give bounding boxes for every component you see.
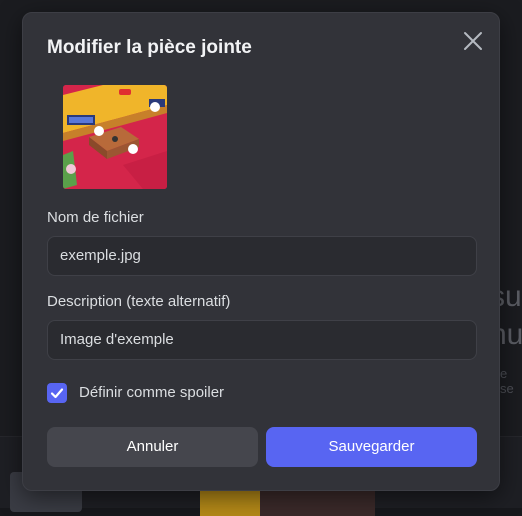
filename-label: Nom de fichier	[47, 209, 144, 226]
background-text-line-3: e se	[500, 366, 514, 396]
cancel-button[interactable]: Annuler	[47, 427, 258, 467]
modal-title: Modifier la pièce jointe	[47, 37, 252, 58]
description-label: Description (texte alternatif)	[47, 293, 231, 310]
attachment-thumbnail	[63, 85, 167, 189]
save-button[interactable]: Sauvegarder	[266, 427, 477, 467]
edit-attachment-modal: Modifier la pièce jointe Nom de fichier …	[22, 12, 500, 491]
checkmark-icon	[50, 388, 64, 399]
description-input[interactable]: Image d'exemple	[47, 320, 477, 360]
filename-input[interactable]: exemple.jpg	[47, 236, 477, 276]
spoiler-checkbox[interactable]	[47, 383, 67, 403]
thumbnail-image	[63, 85, 167, 189]
close-button[interactable]	[461, 29, 485, 53]
spoiler-label[interactable]: Définir comme spoiler	[79, 384, 224, 401]
close-icon	[464, 32, 482, 50]
